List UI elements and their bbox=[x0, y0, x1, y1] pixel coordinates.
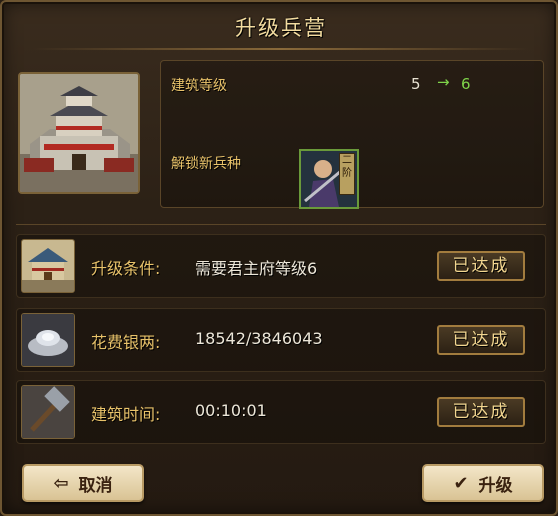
next-level: 6 bbox=[461, 75, 471, 93]
silver-cost-value: 18542/3846043 bbox=[195, 329, 323, 348]
silver-ingot-icon bbox=[21, 313, 75, 367]
requirement-value: 需要君主府等级6 bbox=[195, 259, 318, 278]
title-divider bbox=[32, 48, 530, 50]
requirement-row-time: 建筑时间: 00:10:01 已达成 bbox=[16, 380, 546, 444]
silver-status-badge: 已达成 bbox=[437, 325, 525, 355]
hammer-icon bbox=[21, 385, 75, 439]
time-status-badge: 已达成 bbox=[437, 397, 525, 427]
cancel-button[interactable]: ⇦ 取消 bbox=[22, 464, 144, 502]
building-info-box: 建筑等级 5 → 6 解锁新兵种 二阶 bbox=[160, 60, 544, 209]
requirement-label: 升级条件: bbox=[91, 259, 161, 278]
build-time-label: 建筑时间: bbox=[91, 405, 161, 424]
requirement-row-silver: 花费银两: 18542/3846043 已达成 bbox=[16, 308, 546, 372]
unlock-unit-label: 解锁新兵种 bbox=[171, 156, 241, 172]
cancel-label: 取消 bbox=[78, 475, 113, 496]
requirement-row-condition: 升级条件: 需要君主府等级6 已达成 bbox=[16, 234, 546, 298]
current-level: 5 bbox=[411, 75, 421, 93]
silver-cost-label: 花费银两: bbox=[91, 333, 161, 352]
palace-icon bbox=[21, 239, 75, 293]
upgrade-button[interactable]: ✔ 升级 bbox=[422, 464, 544, 502]
exit-icon: ⇦ bbox=[53, 472, 69, 494]
building-level-label: 建筑等级 bbox=[171, 78, 227, 94]
section-divider bbox=[16, 224, 546, 225]
upgrade-barracks-dialog: 升级兵营 建筑等级 5 → 6 解锁新兵种 二阶 升级条件: 需要君主府等级6 … bbox=[0, 0, 558, 516]
dialog-title: 升级兵营 bbox=[235, 16, 327, 40]
unit-rank-badge: 二阶 bbox=[339, 153, 355, 195]
level-arrow-icon: → bbox=[437, 73, 450, 91]
build-time-value: 00:10:01 bbox=[195, 401, 267, 420]
requirement-status-badge: 已达成 bbox=[437, 251, 525, 281]
barracks-building-image bbox=[18, 72, 140, 194]
checkmark-icon: ✔ bbox=[453, 472, 469, 494]
upgrade-label: 升级 bbox=[478, 475, 513, 496]
unlocked-unit-icon[interactable]: 二阶 bbox=[299, 149, 359, 209]
